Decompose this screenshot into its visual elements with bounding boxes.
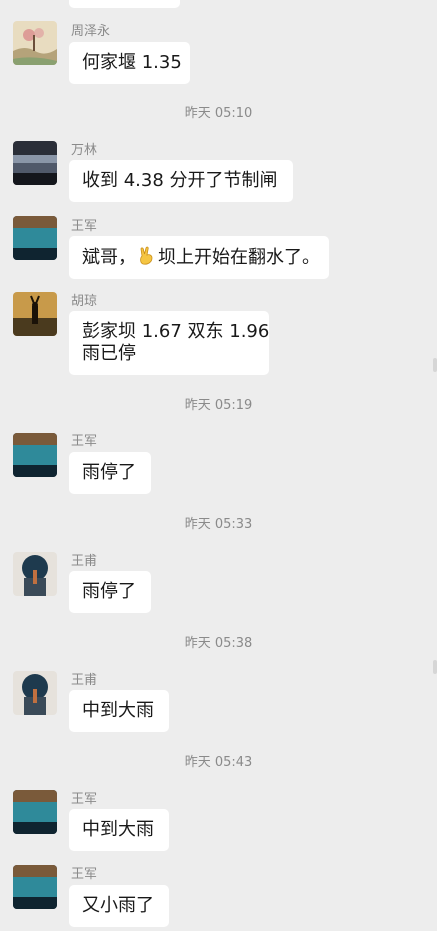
previous-message-bubble[interactable]: [69, 0, 180, 8]
message-bubble[interactable]: 雨停了: [69, 571, 151, 613]
message-bubble[interactable]: 斌哥， 坝上开始在翻水了。: [69, 236, 329, 279]
lake-avatar-icon: [13, 865, 57, 909]
painting-avatar-icon: [13, 21, 57, 65]
message-bubble[interactable]: 中到大雨: [69, 690, 169, 732]
sender-name: 王军: [71, 792, 98, 807]
avatar-silhouette[interactable]: [13, 552, 57, 596]
sender-name: 王军: [71, 867, 98, 882]
timestamp: 昨天 05:19: [184, 398, 253, 413]
message-text: 坝上开始在翻水了。: [158, 247, 320, 268]
sender-name: 周泽永: [71, 24, 111, 39]
avatar-sunset-person[interactable]: [13, 292, 57, 336]
avatar-lake[interactable]: [13, 216, 57, 260]
timestamp: 昨天 05:10: [184, 106, 253, 121]
message-bubble[interactable]: 又小雨了: [69, 885, 169, 927]
scroll-indicator[interactable]: [433, 358, 437, 372]
sender-name: 王甫: [71, 673, 98, 688]
message-bubble[interactable]: 收到 4.38 分开了节制闸: [69, 160, 293, 202]
message-bubble[interactable]: 中到大雨: [69, 809, 169, 851]
message-text: 斌哥，: [82, 247, 136, 268]
message-text: 雨停了: [82, 462, 136, 483]
avatar-painting[interactable]: [13, 21, 57, 65]
message-bubble[interactable]: 雨停了: [69, 452, 151, 494]
sender-name: 王军: [71, 434, 98, 449]
avatar-lake[interactable]: [13, 865, 57, 909]
avatar-lake[interactable]: [13, 790, 57, 834]
sender-name: 王军: [71, 219, 98, 234]
scroll-indicator[interactable]: [433, 660, 437, 674]
lake-avatar-icon: [13, 790, 57, 834]
sender-name: 胡琼: [71, 294, 98, 309]
victory-hand-emoji-icon: [140, 246, 153, 265]
message-bubble[interactable]: 何家堰 1.35: [69, 42, 190, 84]
sender-name: 王甫: [71, 554, 98, 569]
timestamp: 昨天 05:38: [184, 636, 253, 651]
message-text: 彭家坝 1.67 双东 1.96: [82, 321, 270, 342]
message-text: 中到大雨: [82, 819, 154, 840]
message-text: 雨停了: [82, 581, 136, 602]
sender-name: 万林: [71, 143, 98, 158]
message-bubble[interactable]: 彭家坝 1.67 双东 1.96 雨已停: [69, 311, 269, 375]
message-text: 中到大雨: [82, 700, 154, 721]
silhouette-avatar-icon: [13, 671, 57, 715]
message-text: 雨已停: [82, 343, 136, 364]
avatar-lake[interactable]: [13, 433, 57, 477]
message-text: 收到 4.38 分开了节制闸: [82, 170, 278, 191]
lake-avatar-icon: [13, 433, 57, 477]
sunset-person-avatar-icon: [13, 292, 57, 336]
avatar-silhouette[interactable]: [13, 671, 57, 715]
night-lake-avatar-icon: [13, 141, 57, 185]
timestamp: 昨天 05:43: [184, 755, 253, 770]
message-text: 又小雨了: [82, 895, 154, 916]
lake-avatar-icon: [13, 216, 57, 260]
avatar-night-lake[interactable]: [13, 141, 57, 185]
silhouette-avatar-icon: [13, 552, 57, 596]
timestamp: 昨天 05:33: [184, 517, 253, 532]
message-text: 何家堰 1.35: [82, 52, 182, 73]
